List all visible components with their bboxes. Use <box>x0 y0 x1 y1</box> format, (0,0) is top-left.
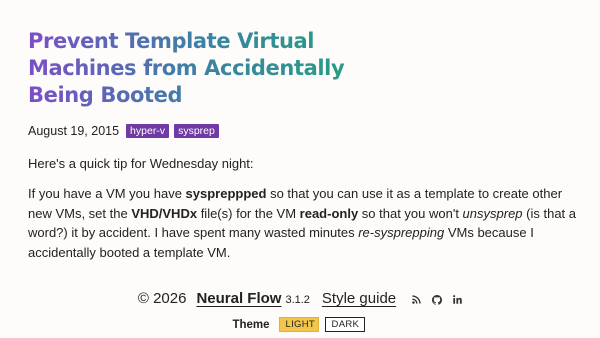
body-italic-resysprepping: re-sysprepping <box>358 225 445 240</box>
social-links <box>412 294 462 305</box>
post-meta: August 19, 2015 hyper-v sysprep <box>28 124 576 138</box>
theme-dark-button[interactable]: DARK <box>324 317 365 332</box>
tag-sysprep[interactable]: sysprep <box>174 124 219 138</box>
copyright: © 2026 <box>137 290 187 307</box>
post-date: August 19, 2015 <box>28 124 120 138</box>
body-text: so that you won't <box>358 205 463 221</box>
post-title: Prevent Template Virtual Machines from A… <box>28 28 388 109</box>
github-icon[interactable] <box>432 294 443 305</box>
post-intro: Here's a quick tip for Wednesday night: <box>28 156 254 171</box>
theme-switcher: Theme LIGHT DARK <box>0 317 600 332</box>
style-guide-link[interactable]: Style guide <box>322 290 396 307</box>
tag-hyper-v[interactable]: hyper-v <box>126 124 170 138</box>
version-label: 3.1.2 <box>285 294 310 306</box>
post-body: If you have a VM you have syspreppped so… <box>28 184 576 262</box>
site-footer: © 2026 Neural Flow 3.1.2 Style guide The… <box>0 290 600 332</box>
body-bold-vhd: VHD/VHDx <box>131 205 198 221</box>
theme-label: Theme <box>232 318 270 331</box>
brand-link[interactable]: Neural Flow <box>196 290 281 307</box>
body-bold-sysprepped: syspreppped <box>185 186 267 201</box>
footer-line: © 2026 Neural Flow 3.1.2 Style guide <box>0 290 600 307</box>
linkedin-icon[interactable] <box>453 295 462 304</box>
body-italic-unsysprep: unsysprep <box>462 205 523 221</box>
blog-post: Prevent Template Virtual Machines from A… <box>28 28 576 262</box>
body-bold-read-only: read-only <box>299 205 359 221</box>
theme-light-button[interactable]: LIGHT <box>278 317 319 332</box>
rss-icon[interactable] <box>412 295 421 304</box>
body-text: If you have a VM you have <box>28 186 186 201</box>
body-text: file(s) for the VM <box>197 205 300 221</box>
